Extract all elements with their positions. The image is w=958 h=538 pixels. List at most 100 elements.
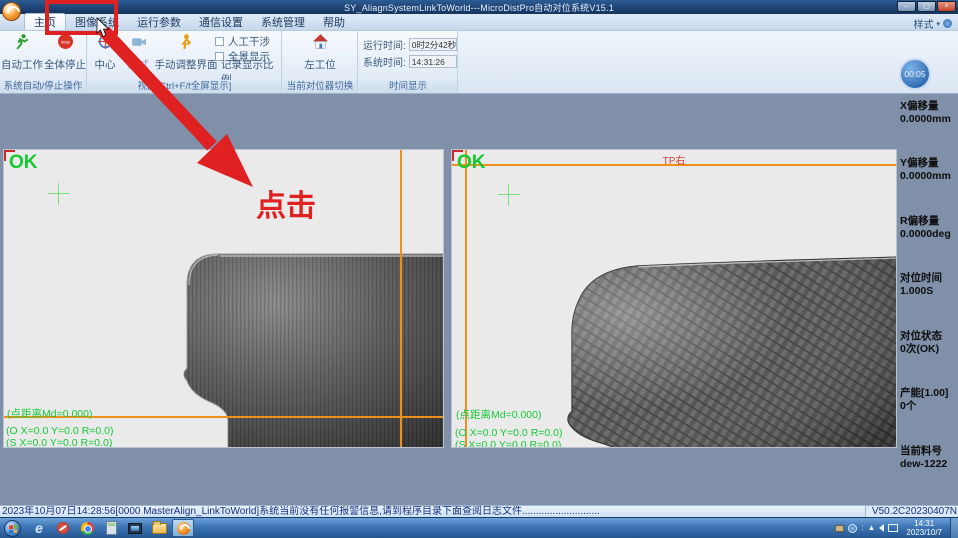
readout-value: 0次(OK): [900, 343, 940, 355]
group-time-display: 运行时间: 0时2分42秒 系统时间: 14:31:26 时间显示: [359, 31, 458, 93]
left-station-button[interactable]: 左工位: [299, 33, 341, 72]
right-distance-readout: (点距离Md=0.000): [456, 409, 542, 421]
tab-home[interactable]: 主页: [24, 13, 66, 30]
tray-dots-icon[interactable]: :: [861, 524, 863, 532]
network-icon[interactable]: [888, 524, 899, 532]
status-message: 2023年10月07日14:28:56[0000 MasterAlign_Lin…: [2, 506, 600, 517]
ribbon-tabs: 主页 图像系统 运行参数 通信设置 系统管理 帮助: [24, 13, 354, 30]
right-camera-title: TP右: [662, 156, 686, 167]
maximize-button[interactable]: ▢: [917, 1, 936, 12]
align-vline: [400, 150, 402, 447]
camera-icon: [131, 38, 146, 46]
group-label-station: 当前对位器切换: [283, 80, 357, 93]
taskbar-clock[interactable]: 14:31 2023/10/7: [906, 519, 942, 537]
taskbar-item-remote-tool[interactable]: [52, 519, 74, 537]
group-auto-stop: 自动工作 stop 全体停止 系统自动/停止操作: [0, 31, 87, 93]
tab-system-mgmt[interactable]: 系统管理: [252, 13, 314, 30]
left-camera-title: TP左: [212, 156, 235, 167]
tray-briefcase-icon[interactable]: [835, 524, 845, 532]
ribbon-tab-row: 主页 图像系统 运行参数 通信设置 系统管理 帮助 样式 ▾: [0, 2, 958, 31]
readout-label: 产能[1.00]: [900, 387, 949, 399]
svg-text:stop: stop: [60, 40, 69, 46]
taskbar: e : ▲ 14:31 2023/10/7: [0, 517, 958, 538]
right-offset-s-readout: (S X=0.0 Y=0.0 R=0.0): [455, 439, 562, 448]
readout-label: 对位时间: [900, 272, 942, 284]
ribbon: 自动工作 stop 全体停止 系统自动/停止操作 中心 测试 手动调整界面 人工…: [0, 31, 958, 94]
readout-y-offset: Y偏移量 0.0000mm: [900, 157, 958, 183]
left-distance-readout: (点距离Md=0.000): [7, 408, 93, 420]
start-button[interactable]: [4, 519, 21, 537]
tab-help[interactable]: 帮助: [314, 13, 354, 30]
clock-date: 2023/10/7: [906, 528, 942, 537]
clock-time: 14:31: [914, 519, 935, 528]
tray-expand-icon[interactable]: ▲: [867, 524, 875, 532]
manual-intervene-label: 人工干涉: [228, 36, 270, 48]
manual-adjust-label: 手动调整界面: [154, 59, 218, 71]
style-menu-label: 样式: [913, 20, 934, 31]
runner-icon: [15, 34, 28, 50]
volume-icon[interactable]: [879, 524, 885, 532]
taskbar-item-calculator[interactable]: [100, 519, 122, 537]
minimize-button[interactable]: –: [897, 1, 916, 12]
test-button[interactable]: 测试: [120, 33, 156, 72]
tab-image-system[interactable]: 图像系统: [66, 13, 128, 30]
readout-align-status: 对位状态 0次(OK): [900, 330, 958, 356]
taskbar-item-internet-explorer[interactable]: e: [28, 519, 50, 537]
left-station-label: 左工位: [304, 59, 336, 71]
record-ratio-button[interactable]: 记录显示比例: [215, 59, 281, 86]
center-label: 中心: [94, 59, 116, 71]
group-label-view: 视图[Ctrl+F/f全屏显示]: [88, 80, 281, 93]
left-part-image: [183, 253, 443, 447]
system-tray: : ▲ 14:31 2023/10/7: [835, 517, 958, 538]
show-desktop-button[interactable]: [950, 517, 958, 538]
style-menu[interactable]: 样式 ▾: [913, 16, 952, 31]
center-button[interactable]: 中心: [88, 33, 122, 72]
tray-update-icon[interactable]: [848, 523, 858, 533]
group-label-auto-stop: 系统自动/停止操作: [0, 80, 86, 93]
readout-label: 对位状态: [900, 330, 942, 342]
readout-value: 0.0000mm: [900, 170, 951, 182]
taskbar-item-chrome[interactable]: [76, 519, 98, 537]
taskbar-item-file-explorer[interactable]: [148, 519, 170, 537]
run-time-row: 运行时间: 0时2分42秒: [363, 37, 457, 52]
tab-comm-settings[interactable]: 通信设置: [190, 13, 252, 30]
center-crosshair-icon: [97, 34, 113, 49]
align-vline: [465, 150, 467, 447]
left-offset-s-readout: (S X=0.0 Y=0.0 R=0.0): [6, 437, 113, 448]
remote-tool-icon: [57, 522, 69, 534]
calculator-icon: [105, 521, 117, 535]
readout-align-time: 对位时间 1.000S: [900, 272, 958, 298]
auto-work-label: 自动工作: [1, 59, 43, 71]
left-offset-o-readout: (O X=0.0 Y=0.0 R=0.0): [6, 425, 114, 437]
manual-intervene-checkbox[interactable]: 人工干涉: [215, 34, 281, 49]
style-menu-icon: [943, 19, 952, 28]
camera-view-left[interactable]: OK TP左 (点距离Md=0.000) (O X=0.0 Y=0.0 R=0.…: [3, 149, 444, 448]
readout-x-offset: X偏移量 0.0000mm: [900, 100, 958, 126]
run-time-field[interactable]: 0时2分42秒: [408, 38, 457, 51]
readout-label: Y偏移量: [900, 157, 939, 169]
timer-badge: 00:05: [899, 58, 931, 90]
readout-capacity: 产能[1.00] 0个: [900, 387, 958, 413]
auto-work-button[interactable]: 自动工作: [1, 33, 43, 72]
group-station-switch: 左工位 当前对位器切换: [283, 31, 358, 93]
title-bar: SY_AliagnSystemLinkToWorld---MicroDistPr…: [0, 0, 958, 14]
taskbar-item-my-computer[interactable]: [124, 519, 146, 537]
application-window: SY_AliagnSystemLinkToWorld---MicroDistPr…: [0, 0, 958, 538]
measurement-sidebar: X偏移量 0.0000mm Y偏移量 0.0000mm R偏移量 0.0000d…: [900, 94, 958, 505]
tab-run-params[interactable]: 运行参数: [128, 13, 190, 30]
app-logo-icon[interactable]: [2, 2, 21, 21]
readout-label: X偏移量: [900, 100, 939, 112]
window-title: SY_AliagnSystemLinkToWorld---MicroDistPr…: [344, 2, 614, 13]
readout-value: dew-1222: [900, 458, 948, 470]
chevron-down-icon: ▾: [936, 20, 940, 28]
group-label-time: 时间显示: [359, 80, 457, 93]
sys-time-field[interactable]: 14:31:26: [408, 55, 457, 68]
close-button[interactable]: ×: [937, 1, 956, 12]
taskbar-item-align-app[interactable]: [172, 519, 194, 537]
run-time-label: 运行时间:: [363, 41, 406, 52]
stop-all-button[interactable]: stop 全体停止: [44, 33, 86, 72]
manual-adjust-button[interactable]: 手动调整界面: [152, 33, 220, 72]
camera-view-right[interactable]: OK TP右 (点距离Md=0.000) (O X=0.0 Y=0.0 R=0.…: [451, 149, 897, 448]
status-bar: 2023年10月07日14:28:56[0000 MasterAlign_Lin…: [0, 505, 958, 517]
sys-time-row: 系统时间: 14:31:26: [363, 54, 457, 69]
